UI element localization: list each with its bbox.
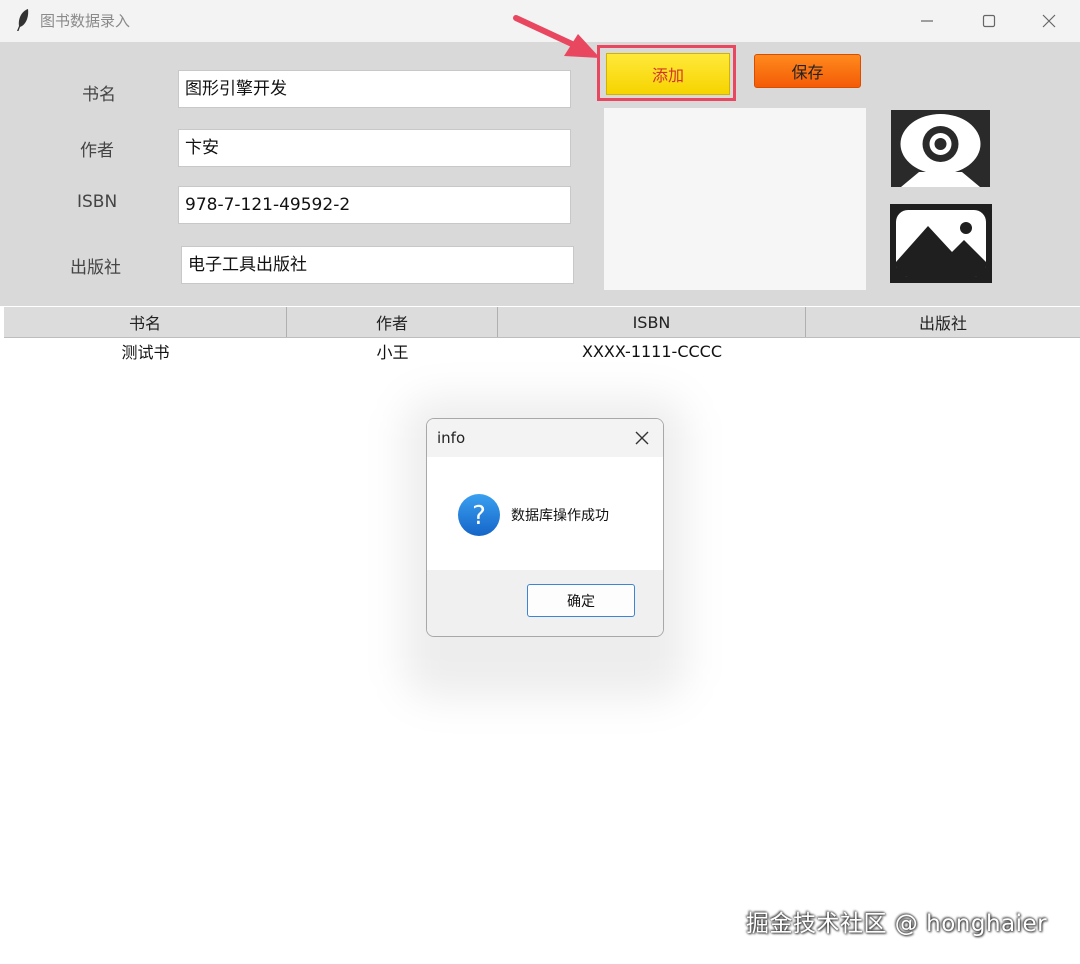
camera-button[interactable]	[891, 110, 990, 187]
watermark-text: 掘金技术社区 @ honghaier	[746, 911, 1048, 937]
dialog-title-bar[interactable]: info	[427, 419, 663, 457]
cell-author: 小王	[376, 343, 409, 362]
isbn-input[interactable]: 978-7-121-49592-2	[178, 186, 571, 224]
cell-isbn: XXXX-1111-CCCC	[582, 341, 722, 361]
publisher-input[interactable]: 电子工具出版社	[181, 246, 574, 284]
title-input[interactable]: 图形引擎开发	[178, 70, 571, 108]
close-button[interactable]	[1018, 0, 1080, 42]
maximize-button[interactable]	[958, 0, 1020, 42]
webcam-icon	[900, 114, 981, 187]
title-label: 书名	[82, 85, 116, 105]
isbn-label: ISBN	[77, 192, 118, 212]
ok-button[interactable]: 确定	[527, 584, 635, 617]
dialog-message: 数据库操作成功	[511, 508, 609, 524]
publisher-label: 出版社	[70, 258, 121, 278]
image-preview	[604, 108, 866, 290]
column-header-isbn[interactable]: ISBN	[498, 307, 806, 337]
author-input[interactable]: 卞安	[178, 129, 571, 167]
column-header-publisher[interactable]: 出版社	[806, 307, 1080, 337]
author-label: 作者	[80, 141, 114, 161]
add-button[interactable]: 添加	[606, 53, 730, 95]
minimize-button[interactable]	[896, 0, 958, 42]
column-header-author[interactable]: 作者	[287, 307, 498, 337]
column-header-title[interactable]: 书名	[4, 307, 287, 337]
minimize-icon	[921, 20, 933, 22]
svg-text:?: ?	[472, 501, 486, 531]
image-icon	[896, 210, 986, 277]
dialog-title: info	[437, 429, 466, 447]
save-button[interactable]: 保存	[754, 54, 861, 88]
cell-title: 测试书	[121, 343, 170, 362]
question-icon: ?	[458, 494, 500, 536]
app-window: 图书数据录入 书名 图形引擎开发 作者 卞安 ISBN 978-7-121-49…	[0, 0, 1080, 964]
cell-publisher	[806, 338, 1080, 364]
feather-icon	[17, 9, 29, 31]
annotation-arrow	[513, 15, 600, 58]
maximize-icon	[982, 14, 996, 28]
close-icon[interactable]	[633, 429, 651, 447]
window-title: 图书数据录入	[40, 12, 131, 30]
dialog-body: ? 数据库操作成功	[427, 457, 663, 570]
close-icon	[1042, 14, 1056, 28]
info-dialog: info ? 数据库操作成功 确定	[426, 418, 664, 637]
dialog-footer: 确定	[427, 570, 663, 636]
photo-button[interactable]	[890, 204, 992, 283]
table-header: 书名 作者 ISBN 出版社	[4, 307, 1080, 338]
